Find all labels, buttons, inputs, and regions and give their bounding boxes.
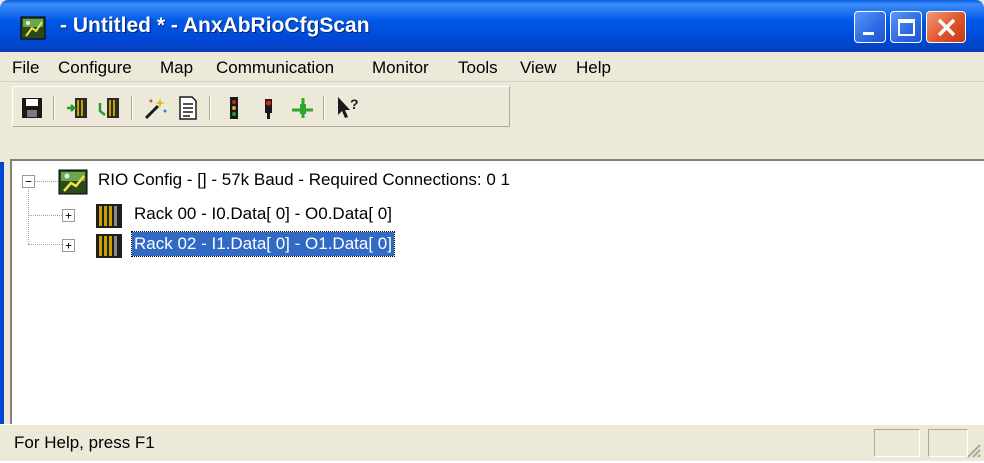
expand-toggle[interactable]: +: [62, 209, 75, 222]
title-bar[interactable]: - Untitled * - AnxAbRioCfgScan: [0, 0, 984, 52]
menu-help[interactable]: Help: [576, 58, 611, 78]
app-icon[interactable]: [20, 16, 46, 40]
toolbar-separator: [209, 96, 211, 120]
toolbar: ?: [0, 82, 984, 162]
rio-config-icon: [58, 169, 88, 195]
toolbar-separator: [323, 96, 325, 120]
expand-toggle[interactable]: +: [62, 239, 75, 252]
tree-node-label: Rack 00 - I0.Data[ 0] - O0.Data[ 0]: [134, 204, 392, 223]
toolbar-separator: [131, 96, 133, 120]
tree-view[interactable]: − RIO Config - [] - 57k Baud - Required …: [10, 159, 984, 424]
menu-file[interactable]: File: [12, 58, 39, 78]
run-icon[interactable]: [255, 95, 281, 121]
svg-text:?: ?: [350, 96, 359, 112]
wizard-icon[interactable]: [143, 95, 169, 121]
status-bar: For Help, press F1: [0, 424, 984, 461]
menu-configure[interactable]: Configure: [58, 58, 132, 78]
connect-icon[interactable]: [289, 95, 315, 121]
close-button[interactable]: [926, 11, 966, 43]
close-icon: [937, 18, 956, 37]
tree-root-node[interactable]: − RIO Config - [] - 57k Baud - Required …: [12, 167, 652, 197]
maximize-icon: [898, 19, 915, 36]
menu-view[interactable]: View: [520, 58, 557, 78]
status-pane: [874, 429, 920, 457]
toolbar-separator: [53, 96, 55, 120]
toolbar-strip: ?: [12, 86, 510, 127]
save-icon[interactable]: [19, 95, 45, 121]
document-icon[interactable]: [175, 95, 201, 121]
context-help-icon[interactable]: ?: [335, 95, 361, 121]
tree-node-rack-02[interactable]: + Rack 02 - I1.Data[ 0] - O1.Data[ 0]: [12, 231, 532, 261]
minimize-icon: [863, 32, 874, 35]
rack-icon: [94, 233, 124, 259]
rack-load-icon[interactable]: [65, 95, 91, 121]
tree-node-label: RIO Config - [] - 57k Baud - Required Co…: [98, 170, 510, 189]
status-text: For Help, press F1: [14, 433, 155, 452]
menu-map[interactable]: Map: [160, 58, 193, 78]
tree-node-rack-00[interactable]: + Rack 00 - I0.Data[ 0] - O0.Data[ 0]: [12, 201, 532, 231]
minimize-button[interactable]: [854, 11, 886, 43]
rack-icon: [94, 203, 124, 229]
menu-monitor[interactable]: Monitor: [372, 58, 429, 78]
traffic-light-icon[interactable]: [221, 95, 247, 121]
collapse-toggle[interactable]: −: [22, 175, 35, 188]
tree-node-label-selected: Rack 02 - I1.Data[ 0] - O1.Data[ 0]: [131, 231, 395, 257]
resize-grip-icon[interactable]: [962, 439, 982, 459]
app-window: - Untitled * - AnxAbRioCfgScan File Conf…: [0, 0, 984, 461]
menu-communication[interactable]: Communication: [216, 58, 334, 78]
window-title: - Untitled * - AnxAbRioCfgScan: [60, 14, 370, 37]
menu-tools[interactable]: Tools: [458, 58, 498, 78]
menu-bar: File Configure Map Communication Monitor…: [0, 52, 984, 82]
rack-save-icon[interactable]: [97, 95, 123, 121]
maximize-button[interactable]: [890, 11, 922, 43]
